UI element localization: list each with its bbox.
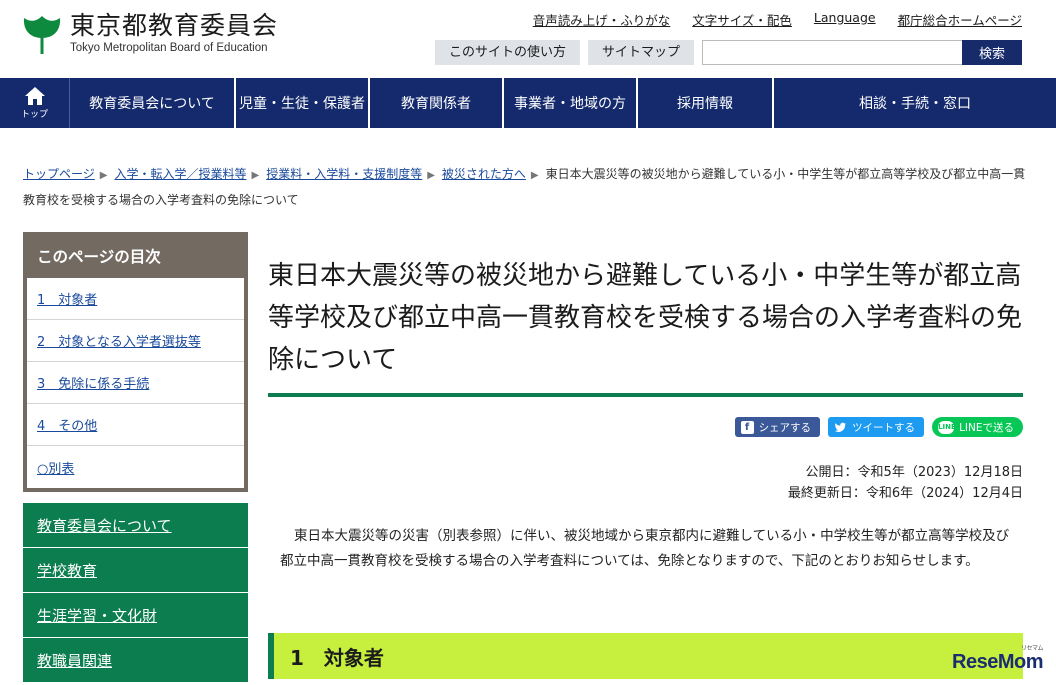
home-icon [24,87,45,105]
global-nav: トップ 教育委員会について 児童・生徒・保護者 教育関係者 事業者・地域の方 採… [0,78,1056,128]
resemom-watermark: ReseMom リセマム [952,646,1043,673]
nav-home-label: トップ [20,110,48,120]
site-name-en: Tokyo Metropolitan Board of Education [70,42,268,54]
published-date: 公開日：令和5年（2023）12月18日 [805,465,1023,480]
twitter-share-button[interactable]: ツイートする [828,417,925,437]
lead-paragraph: 東日本大震災等の災害（別表参照）に伴い、被災地域から東京都内に避難している小・中… [280,528,1010,569]
toc-item: 4 その他 [27,404,244,446]
toc-link-appendix[interactable]: ○別表 [37,458,74,477]
chevron-right-icon: ▶ [99,170,108,181]
breadcrumb-link-admission[interactable]: 入学・転入学／授業料等 [114,167,246,181]
site-name-ja: 東京都教育委員会 [70,11,279,40]
breadcrumb-link-top[interactable]: トップページ [23,167,95,181]
utility-link-font-size[interactable]: 文字サイズ・配色 [692,10,792,29]
site-logo[interactable]: 東京都教育委員会 Tokyo Metropolitan Board of Edu… [22,12,278,56]
utility-link-metro-home[interactable]: 都庁総合ホームページ [898,10,1022,29]
nav-item-recruit[interactable]: 採用情報 [638,78,774,128]
side-menu-item-lifelong[interactable]: 生涯学習・文化財 [23,593,248,638]
side-menu-item-board[interactable]: 教育委員会について [23,503,248,548]
howto-button[interactable]: このサイトの使い方 [434,40,580,65]
toc-heading: このページの目次 [27,236,244,278]
utility-links: 音声読み上げ・ふりがな 文字サイズ・配色 Language 都庁総合ホームページ [533,10,1022,29]
title-divider [268,393,1023,397]
updated-date: 最終更新日：令和6年（2024）12月4日 [787,486,1023,501]
side-menu: 教育委員会について 学校教育 生涯学習・文化財 教職員関連 [23,503,248,683]
toc-item: 3 免除に係る手続 [27,362,244,404]
nav-item-consult[interactable]: 相談・手続・窓口 [774,78,1056,128]
line-icon: LINE [938,420,956,434]
page-toc: このページの目次 1 対象者 2 対象となる入学者選抜等 3 免除に係る手続 4… [23,232,248,492]
chevron-right-icon: ▶ [530,170,539,181]
toc-item: 2 対象となる入学者選抜等 [27,320,244,362]
toc-link-3[interactable]: 3 免除に係る手続 [37,373,149,392]
nav-item-business[interactable]: 事業者・地域の方 [504,78,638,128]
breadcrumb-link-disaster[interactable]: 被災された方へ [442,167,526,181]
toc-link-4[interactable]: 4 その他 [37,415,97,434]
section-heading-1: 1 対象者 [268,633,1023,679]
page-dates: 公開日：令和5年（2023）12月18日 最終更新日：令和6年（2024）12月… [788,462,1023,504]
sitemap-button[interactable]: サイトマップ [587,40,694,65]
utility-link-reading[interactable]: 音声読み上げ・ふりがな [533,10,671,29]
chevron-right-icon: ▶ [251,170,260,181]
toc-link-1[interactable]: 1 対象者 [37,289,97,308]
utility-link-language[interactable]: Language [814,10,876,29]
header-tools: このサイトの使い方 サイトマップ 検索 [434,40,1022,65]
ginkgo-logo-icon [23,16,61,54]
nav-home[interactable]: トップ [0,78,70,128]
side-menu-item-staff[interactable]: 教職員関連 [23,638,248,683]
twitter-bird-icon [834,422,847,432]
facebook-share-button[interactable]: f シェアする [734,417,821,437]
chevron-right-icon: ▶ [427,170,435,181]
site-header: 東京都教育委員会 Tokyo Metropolitan Board of Edu… [0,0,1056,78]
search-button[interactable]: 検索 [962,40,1022,65]
page-title: 東日本大震災等の被災地から避難している小・中学生等が都立高等学校及び都立中高一貫… [268,261,1023,375]
nav-item-educators[interactable]: 教育関係者 [370,78,504,128]
breadcrumb-link-tuition[interactable]: 授業料・入学料・支援制度等 [266,167,422,181]
toc-item: 1 対象者 [27,278,244,320]
nav-item-students[interactable]: 児童・生徒・保護者 [236,78,370,128]
side-menu-item-school[interactable]: 学校教育 [23,548,248,593]
line-share-button[interactable]: LINE LINEで送る [932,417,1023,437]
toc-link-2[interactable]: 2 対象となる入学者選抜等 [37,331,201,350]
breadcrumb: トップページ ▶ 入学・転入学／授業料等 ▶ 授業料・入学料・支援制度等 ▶ 被災された方へ… [23,162,1028,212]
nav-item-board[interactable]: 教育委員会について [70,78,236,128]
facebook-icon: f [740,420,754,434]
toc-item: ○別表 [27,446,244,488]
share-buttons: f シェアする ツイートする LINE LINEで送る [734,417,1023,437]
search-input[interactable] [702,40,962,65]
